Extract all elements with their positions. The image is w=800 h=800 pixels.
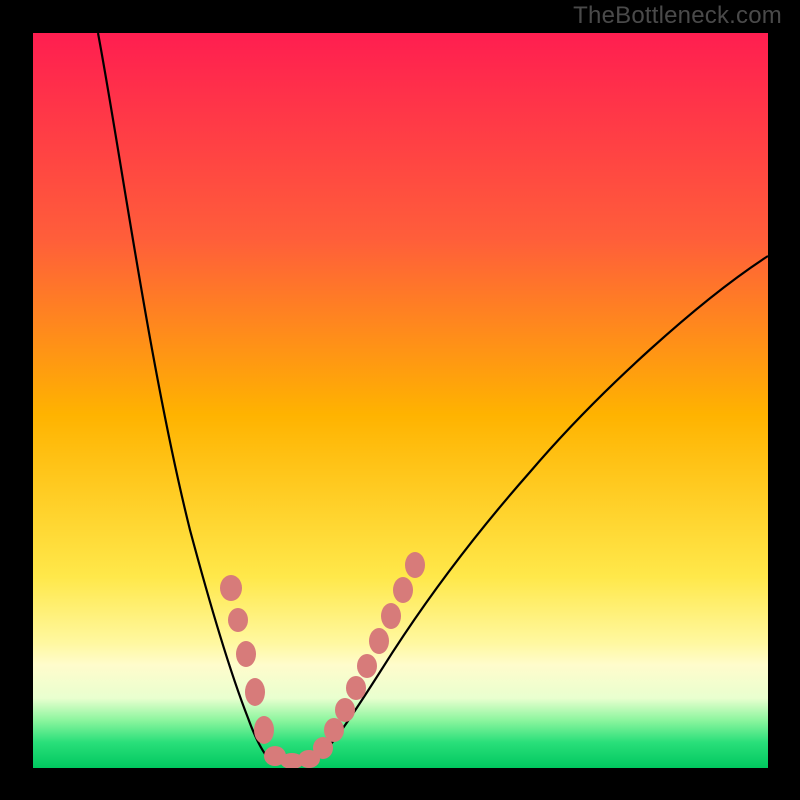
data-marker bbox=[393, 577, 413, 603]
plot-area bbox=[33, 33, 768, 768]
curve-group bbox=[98, 33, 768, 762]
data-marker bbox=[369, 628, 389, 654]
curve-right-branch bbox=[310, 256, 768, 762]
data-marker bbox=[324, 718, 344, 742]
data-marker bbox=[405, 552, 425, 578]
data-marker bbox=[346, 676, 366, 700]
data-marker bbox=[335, 698, 355, 722]
data-marker bbox=[381, 603, 401, 629]
data-marker bbox=[228, 608, 248, 632]
data-marker bbox=[245, 678, 265, 706]
data-marker bbox=[236, 641, 256, 667]
chart-svg bbox=[33, 33, 768, 768]
data-marker bbox=[357, 654, 377, 678]
marker-group bbox=[220, 552, 425, 768]
outer-frame: TheBottleneck.com bbox=[0, 0, 800, 800]
data-marker bbox=[254, 716, 274, 744]
watermark-text: TheBottleneck.com bbox=[573, 2, 782, 30]
data-marker bbox=[220, 575, 242, 601]
